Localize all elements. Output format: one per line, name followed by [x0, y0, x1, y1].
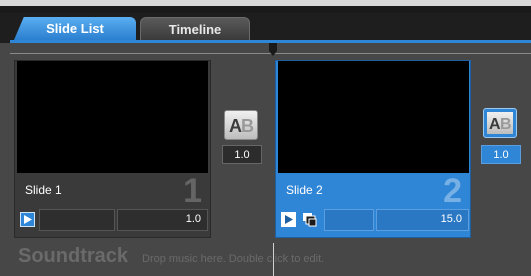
tab-slide-list[interactable]: Slide List [14, 17, 136, 40]
slide-effect-slot[interactable] [324, 209, 374, 231]
soundtrack-hint: Drop music here. Double click to edit. [142, 253, 325, 265]
ab-transition-icon[interactable]: A B [224, 110, 258, 140]
soundtrack-lane[interactable]: Soundtrack Drop music here. Double click… [10, 243, 531, 276]
play-icon[interactable] [20, 212, 35, 227]
transition-duration[interactable]: 1.0 [222, 145, 262, 164]
tab-timeline[interactable]: Timeline [140, 17, 250, 40]
slide-label: Slide 2 [286, 183, 323, 197]
slide-thumbnail[interactable] [17, 61, 208, 173]
playhead-marker[interactable] [268, 43, 278, 56]
svg-text:B: B [241, 116, 254, 136]
play-icon[interactable] [281, 212, 296, 227]
slide-duration-field[interactable]: 15.0 [376, 209, 469, 231]
slide-duration-field[interactable]: 1.0 [117, 209, 208, 231]
svg-text:B: B [500, 116, 512, 133]
slide-duration: 15.0 [440, 213, 462, 225]
slide-footer: 15.0 [278, 209, 469, 231]
top-border [0, 0, 531, 13]
slide-list-panel: Slide List Timeline Slide 1 1 1.0 A B 1.… [0, 0, 531, 276]
slide-card-2[interactable]: Slide 2 2 15.0 [275, 60, 471, 238]
ab-transition-icon[interactable]: A B [483, 108, 517, 138]
transition-duration[interactable]: 1.0 [481, 145, 521, 164]
slide-footer: 1.0 [17, 209, 208, 231]
slide-thumbnail[interactable] [278, 61, 469, 173]
soundtrack-label: Soundtrack [18, 245, 129, 267]
slide-number: 2 [443, 172, 462, 210]
timeline-cursor [273, 243, 274, 276]
slide-number: 1 [183, 172, 202, 210]
slide-duration: 1.0 [185, 213, 201, 225]
pan-zoom-icon[interactable] [302, 212, 318, 228]
tab-strip: Slide List Timeline [0, 13, 531, 43]
slide-card-1[interactable]: Slide 1 1 1.0 [14, 60, 211, 238]
slide-label: Slide 1 [25, 183, 62, 197]
slide-effect-slot[interactable] [39, 209, 115, 231]
